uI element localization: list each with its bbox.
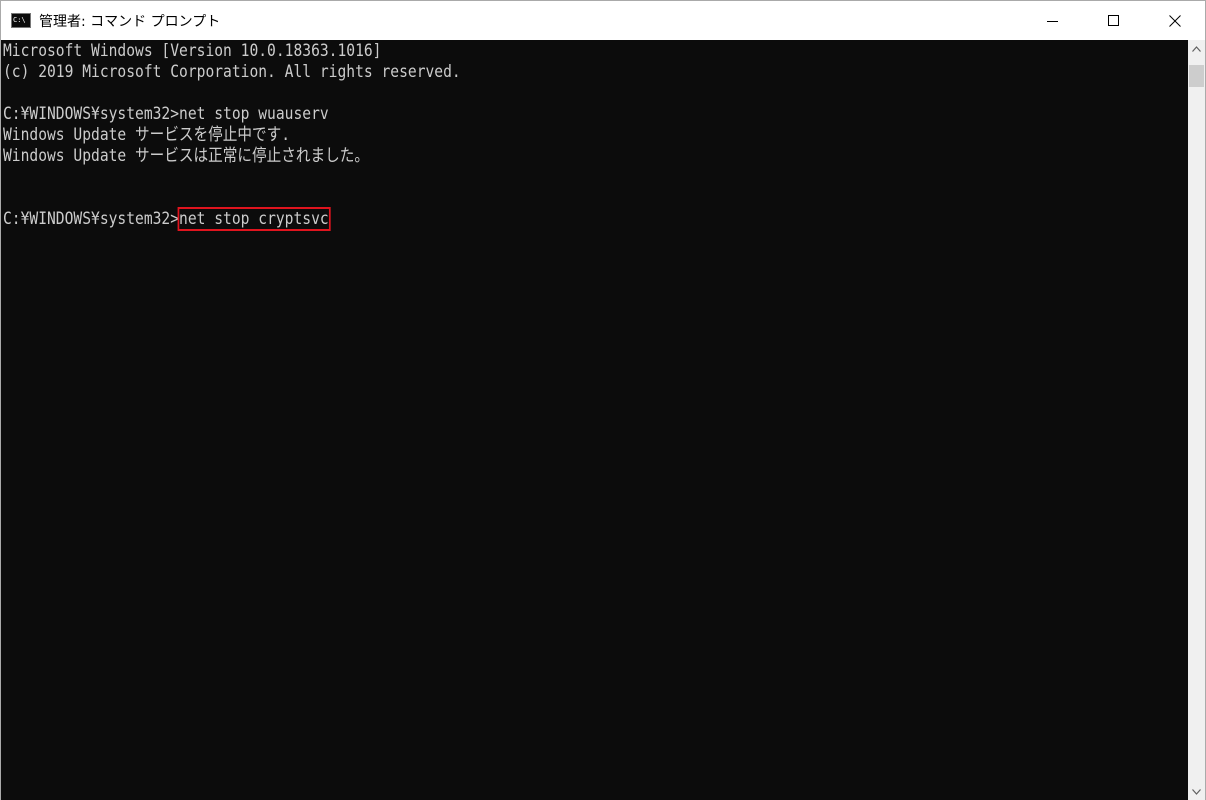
chevron-down-icon	[1192, 788, 1201, 795]
command-prompt-icon[interactable]: C:\	[11, 13, 31, 28]
window-title: 管理者: コマンド プロンプト	[39, 14, 221, 30]
maximize-button[interactable]	[1083, 1, 1144, 40]
console-output[interactable]: Microsoft Windows [Version 10.0.18363.10…	[1, 40, 1188, 800]
scroll-down-button[interactable]	[1188, 783, 1205, 800]
close-button[interactable]	[1144, 1, 1205, 40]
title-bar[interactable]: C:\ 管理者: コマンド プロンプト	[1, 1, 1205, 40]
close-icon	[1168, 14, 1181, 27]
console-line: Windows Update サービスは正常に停止されました。	[3, 146, 369, 166]
console-line: Windows Update サービスを停止中です.	[3, 125, 291, 145]
console-line: C:¥WINDOWS¥system32>net stop wuauserv	[3, 104, 329, 124]
maximize-icon	[1107, 14, 1119, 26]
vertical-scrollbar[interactable]	[1188, 40, 1205, 800]
command-prompt-window: C:\ 管理者: コマンド プロンプト Microsoft Windows [V…	[0, 0, 1206, 800]
console-line: Microsoft Windows [Version 10.0.18363.10…	[3, 41, 382, 61]
minimize-icon	[1046, 20, 1058, 22]
scroll-up-button[interactable]	[1188, 40, 1205, 57]
minimize-button[interactable]	[1022, 1, 1083, 40]
window-controls	[1022, 1, 1205, 40]
console-line: (c) 2019 Microsoft Corporation. All righ…	[3, 62, 461, 82]
highlighted-command[interactable]: net stop cryptsvc	[177, 207, 331, 231]
console-lines: Microsoft Windows [Version 10.0.18363.10…	[3, 41, 535, 231]
scroll-thumb[interactable]	[1189, 65, 1204, 87]
console-prompt: C:¥WINDOWS¥system32>	[3, 209, 180, 229]
console-prompt-line[interactable]: C:¥WINDOWS¥system32>net stop cryptsvc	[3, 207, 461, 231]
chevron-up-icon	[1192, 45, 1201, 52]
